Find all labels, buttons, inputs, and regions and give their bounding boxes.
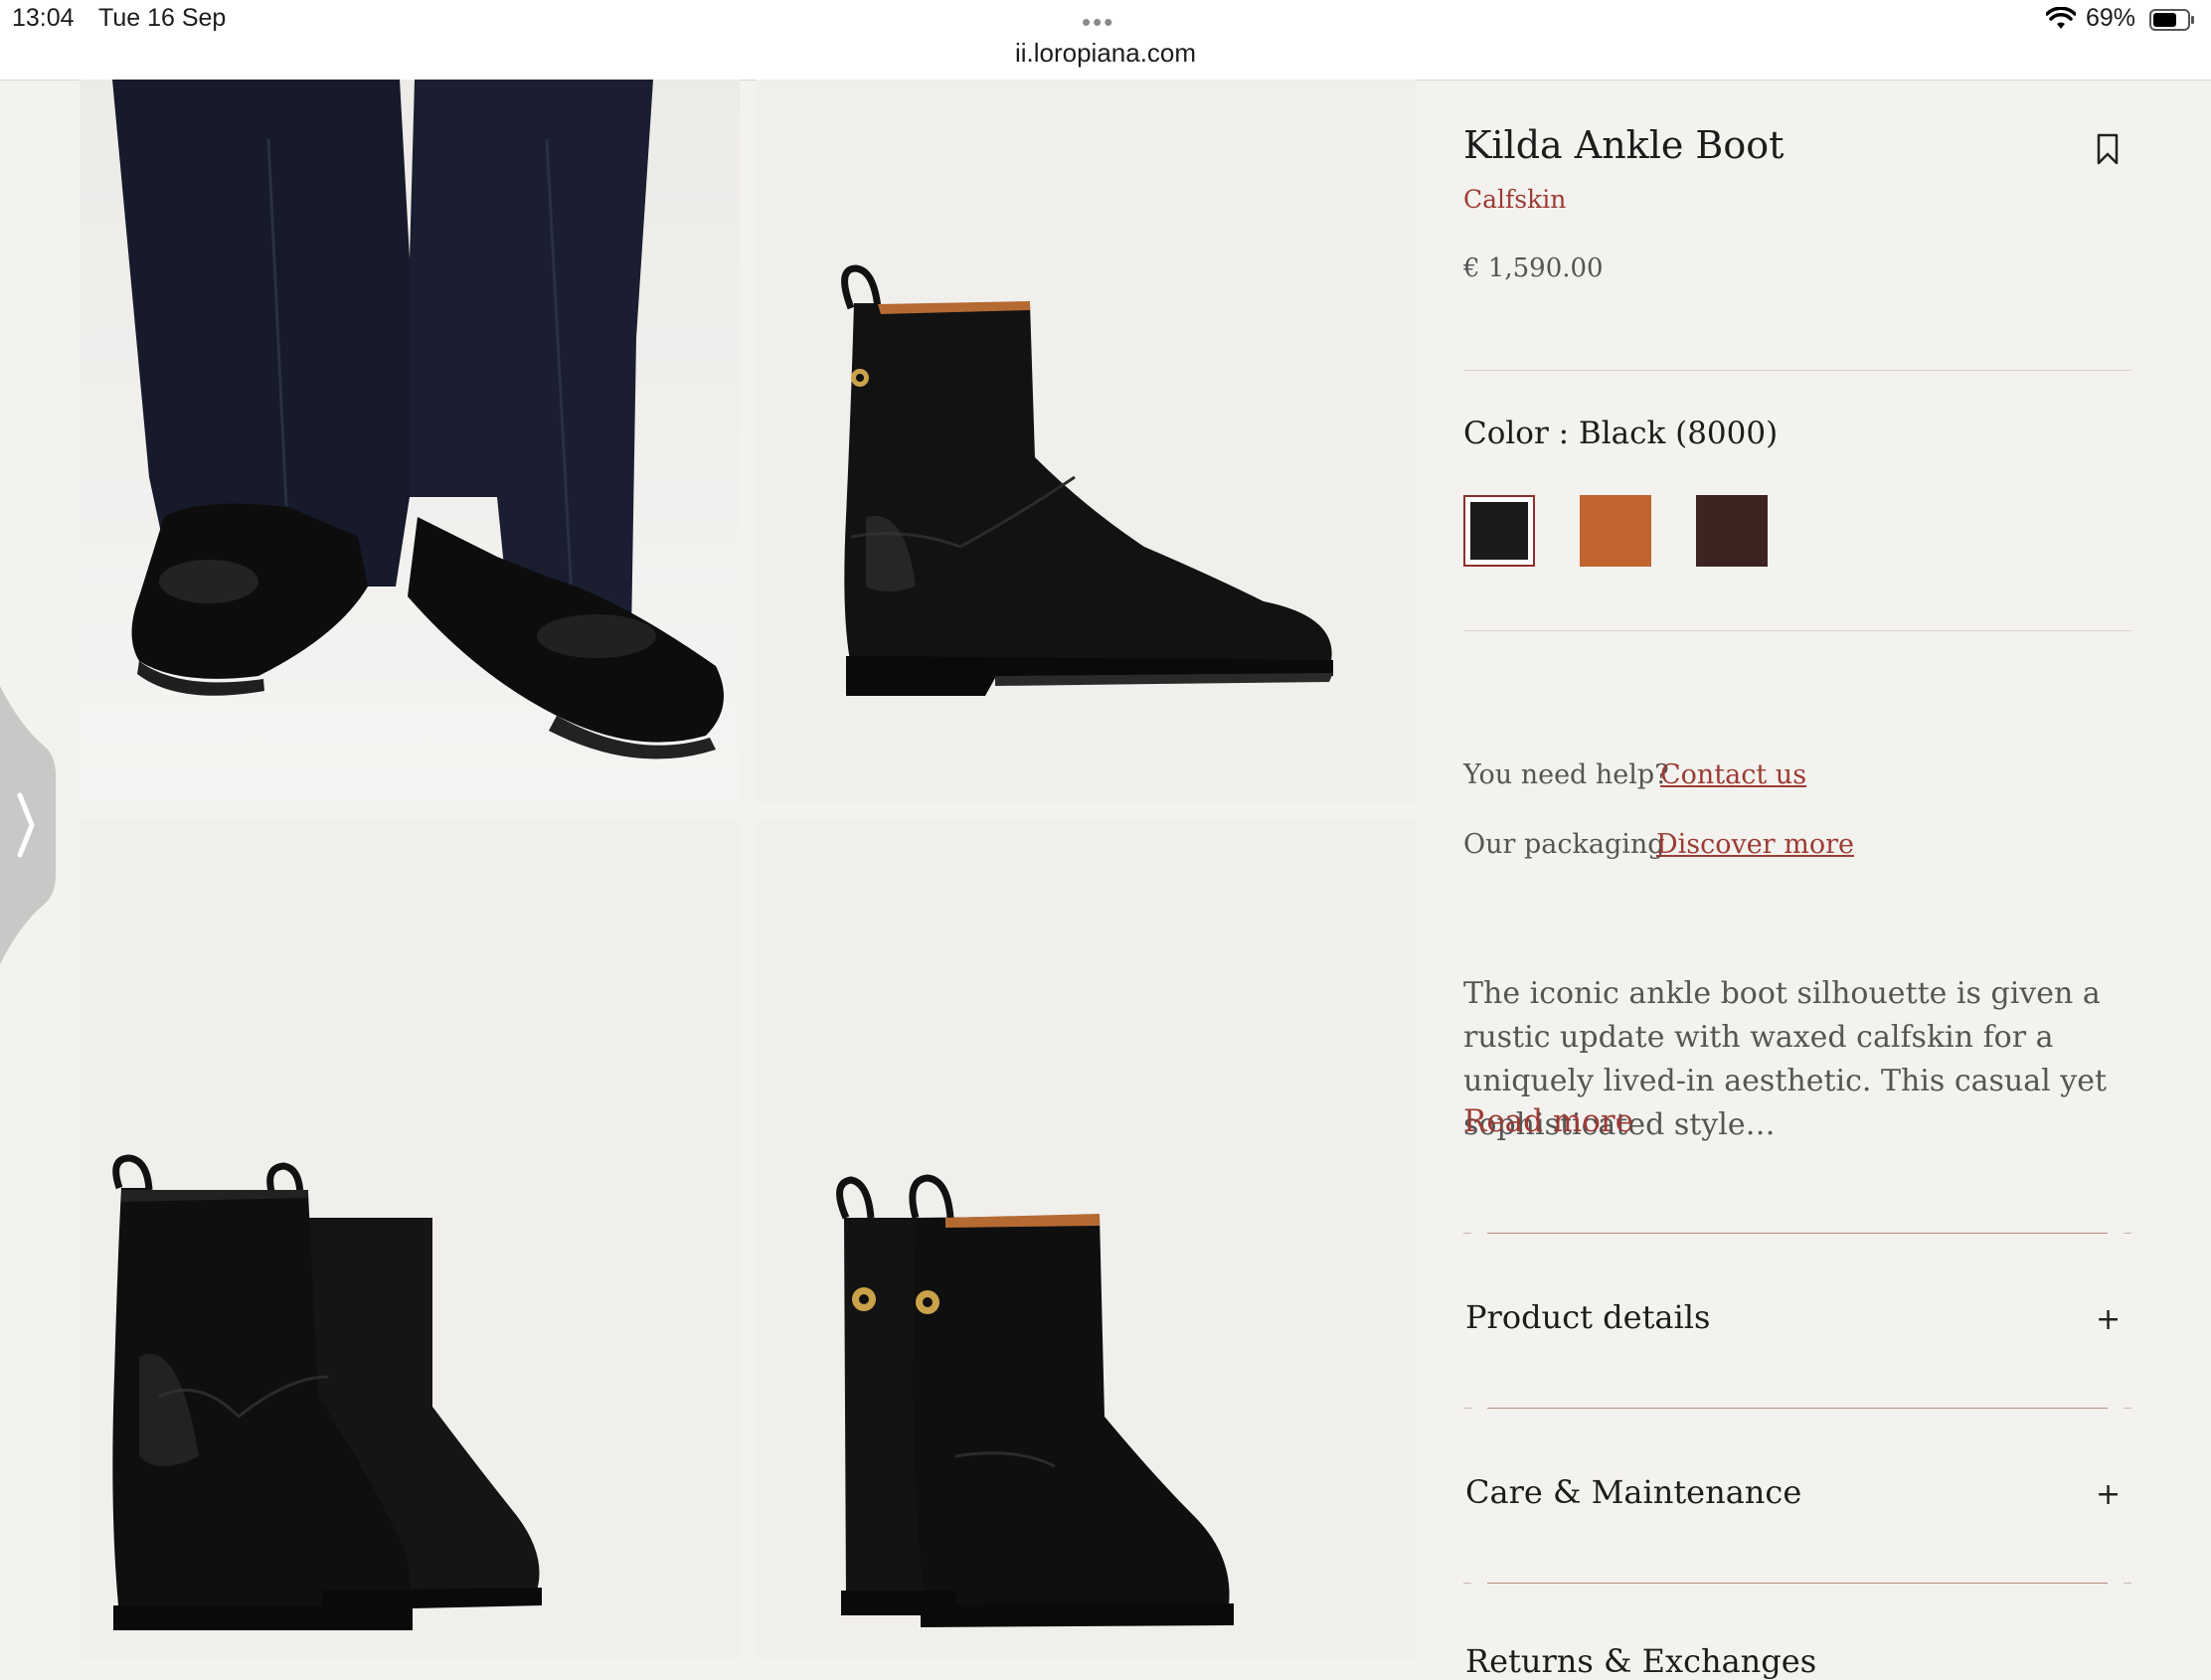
battery-icon <box>2149 9 2194 31</box>
expand-plus-icon[interactable]: + <box>2096 1477 2121 1512</box>
gallery-image-pair-back[interactable] <box>757 820 1416 1658</box>
discover-more-link[interactable]: Discover more <box>1656 829 1854 860</box>
gallery-image-side[interactable] <box>757 80 1416 802</box>
packaging-label: Our packaging <box>1463 829 1665 860</box>
product-title: Kilda Ankle Boot <box>1463 123 1785 167</box>
accordion-returns-exchanges[interactable]: Returns & Exchanges <box>1465 1642 1816 1680</box>
swatch-dark-brown[interactable] <box>1696 495 1768 567</box>
bookmark-icon[interactable] <box>2096 133 2120 165</box>
accordion-care-maintenance[interactable]: Care & Maintenance <box>1465 1473 1801 1511</box>
multitasking-dots[interactable]: ••• <box>1082 7 1114 38</box>
product-price: € 1,590.00 <box>1463 253 1604 283</box>
boot-side-image <box>841 264 1333 696</box>
address-bar-url[interactable]: ii.loropiana.com <box>0 38 2211 69</box>
gallery-image-worn[interactable]: + <box>80 80 740 802</box>
status-date: Tue 16 Sep <box>98 4 227 32</box>
status-time: 13:04 <box>12 4 75 32</box>
status-bar: 13:04 Tue 16 Sep ••• ii.loropiana.com 69… <box>0 0 2211 81</box>
contact-us-link[interactable]: Contact us <box>1660 759 1806 790</box>
gallery-image-pair-front[interactable] <box>80 820 740 1658</box>
boots-pair-front-image <box>112 1154 542 1630</box>
read-more-link[interactable]: Read more <box>1463 1103 1633 1139</box>
divider <box>1463 370 2131 371</box>
boots-pair-back-image <box>836 1174 1234 1627</box>
expand-plus-icon[interactable]: + <box>2096 1302 2121 1337</box>
color-label: Color : Black (8000) <box>1463 416 1779 451</box>
wifi-icon <box>2046 7 2076 29</box>
accordion-product-details[interactable]: Product details <box>1465 1298 1710 1336</box>
boot-worn-image <box>80 80 740 802</box>
accordion-divider <box>1463 1233 2131 1235</box>
swatch-black[interactable] <box>1463 495 1535 567</box>
battery-percent: 69% <box>2086 4 2136 32</box>
side-drawer-handle[interactable] <box>0 686 56 964</box>
product-material: Calfskin <box>1463 185 1567 214</box>
divider <box>1463 630 2131 631</box>
accordion-divider <box>1463 1583 2131 1585</box>
help-label: You need help? <box>1463 759 1669 790</box>
accordion-divider <box>1463 1408 2131 1410</box>
swatch-tan[interactable] <box>1580 495 1651 567</box>
